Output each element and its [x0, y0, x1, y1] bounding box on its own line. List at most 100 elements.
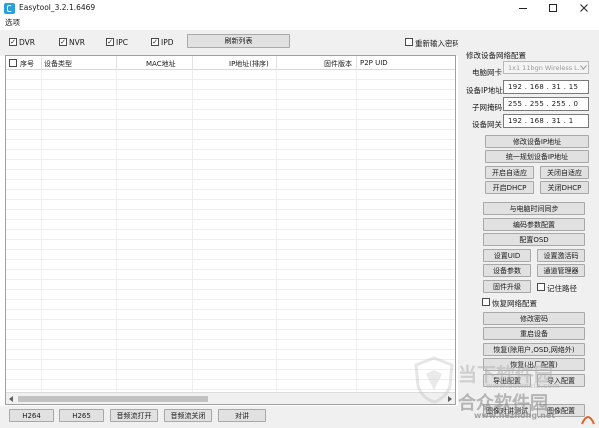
enable-dhcp-button[interactable]: 开启DHCP — [485, 181, 534, 194]
table-row — [6, 360, 455, 370]
close-icon — [580, 4, 588, 12]
scroll-left-icon[interactable] — [8, 396, 14, 402]
maximize-button[interactable] — [538, 0, 568, 16]
watermark-logo — [412, 356, 456, 404]
table-row — [6, 280, 455, 290]
app-logo-icon — [4, 3, 15, 14]
nic-select[interactable]: 1x1 11bgn Wireless L... — [503, 61, 589, 74]
h264-button[interactable]: H264 — [9, 409, 54, 422]
table-row — [6, 370, 455, 380]
nic-select-value: 1x1 11bgn Wireless L... — [508, 63, 584, 72]
column-header-index[interactable]: 序号 — [20, 59, 34, 69]
table-row — [6, 150, 455, 160]
column-header-p2p-uid[interactable]: P2P UID — [360, 59, 388, 67]
dvr-label: DVR — [19, 38, 35, 47]
audio-stream-on-button[interactable]: 音频流打开 — [110, 409, 158, 422]
minimize-button[interactable] — [508, 0, 538, 16]
table-row — [6, 270, 455, 280]
horizontal-scrollbar[interactable] — [6, 392, 455, 404]
ipd-checkbox[interactable]: ✓ — [151, 38, 159, 46]
device-table[interactable]: 序号 设备类型 MAC地址 IP地址(排序) 固件版本 P2P UID — [5, 55, 456, 405]
subnet-mask-field[interactable]: 255 . 255 . 255 . 0 — [503, 97, 589, 111]
table-row — [6, 300, 455, 310]
table-row — [6, 310, 455, 320]
column-header-ip[interactable]: IP地址(排序) — [229, 59, 269, 69]
menu-bar — [0, 16, 599, 29]
talk-button[interactable]: 对讲 — [218, 409, 266, 422]
gateway-field[interactable]: 192 . 168 . 31 . 1 — [503, 114, 589, 128]
refresh-list-button[interactable]: 刷新列表 — [187, 34, 290, 48]
column-gridline — [356, 70, 357, 392]
table-row — [6, 180, 455, 190]
watermark-shield-icon — [414, 356, 454, 404]
watermark-domain2-text: www.hezhong.net — [474, 411, 556, 420]
reboot-button[interactable]: 重启设备 — [483, 327, 585, 340]
table-row — [6, 340, 455, 350]
disable-dhcp-button[interactable]: 关闭DHCP — [540, 181, 589, 194]
config-osd-button[interactable]: 配置OSD — [483, 233, 585, 246]
plan-ip-button[interactable]: 统一规划设备IP地址 — [485, 150, 589, 163]
sync-time-button[interactable]: 与电脑时间同步 — [483, 202, 585, 215]
column-separator — [41, 56, 42, 70]
table-row — [6, 240, 455, 250]
channel-manager-button[interactable]: 通道管理器 — [537, 264, 585, 277]
window-title: Easytool_3.2.1.6469 — [19, 3, 96, 12]
dvr-checkbox[interactable]: ✓ — [9, 38, 17, 46]
nvr-label: NVR — [69, 38, 85, 47]
reenter-password-checkbox[interactable] — [405, 38, 413, 46]
remember-path-label: 记住路径 — [547, 284, 577, 293]
table-row — [6, 120, 455, 130]
column-separator — [116, 56, 117, 70]
chevron-down-icon — [580, 65, 587, 70]
table-row — [6, 170, 455, 180]
column-separator — [356, 56, 357, 70]
restore-network-checkbox[interactable] — [482, 298, 490, 306]
nvr-checkbox[interactable]: ✓ — [59, 38, 67, 46]
h265-button[interactable]: H265 — [59, 409, 104, 422]
ipc-checkbox[interactable]: ✓ — [106, 38, 114, 46]
remember-path-checkbox[interactable] — [537, 283, 545, 291]
column-gridline — [192, 70, 193, 392]
change-password-button[interactable]: 修改密码 — [483, 312, 585, 325]
close-button[interactable] — [569, 0, 599, 16]
scrollbar-thumb[interactable] — [18, 396, 208, 402]
table-row — [6, 230, 455, 240]
firmware-upgrade-button[interactable]: 固件升级 — [483, 280, 531, 293]
restore-network-label: 恢复网络配置 — [492, 299, 537, 308]
column-header-firmware[interactable]: 固件版本 — [324, 59, 352, 69]
restore-except-button[interactable]: 恢复(除用户,OSD,网络外) — [483, 343, 585, 356]
enable-adaptive-button[interactable]: 开启自适应 — [485, 166, 534, 179]
menu-options[interactable]: 选项 — [5, 17, 20, 28]
table-header: 序号 设备类型 MAC地址 IP地址(排序) 固件版本 P2P UID — [6, 56, 455, 70]
audio-stream-off-button[interactable]: 音频流关闭 — [164, 409, 212, 422]
table-row — [6, 380, 455, 390]
encode-params-button[interactable]: 编码参数配置 — [483, 218, 585, 231]
table-row — [6, 260, 455, 270]
column-separator — [192, 56, 193, 70]
table-row — [6, 110, 455, 120]
ip-address-field[interactable]: 192 . 168 . 31 . 15 — [503, 80, 589, 94]
device-params-button[interactable]: 设备参数 — [483, 264, 531, 277]
mask-label: 子网掩码 — [472, 103, 502, 112]
table-row — [6, 80, 455, 90]
set-activation-button[interactable]: 设置激活码 — [537, 249, 585, 262]
column-header-device-type[interactable]: 设备类型 — [44, 59, 72, 69]
modify-ip-button[interactable]: 修改设备IP地址 — [485, 135, 589, 148]
disable-adaptive-button[interactable]: 关闭自适应 — [540, 166, 589, 179]
reenter-password-label: 重新输入密码 — [415, 39, 460, 48]
table-row — [6, 350, 455, 360]
column-header-mac[interactable]: MAC地址 — [146, 59, 176, 69]
set-uid-button[interactable]: 设置UID — [483, 249, 531, 262]
table-row — [6, 190, 455, 200]
column-gridline — [41, 70, 42, 392]
table-row — [6, 200, 455, 210]
minimize-icon — [519, 8, 527, 9]
ipc-label: IPC — [116, 38, 128, 47]
table-row — [6, 100, 455, 110]
select-all-checkbox[interactable] — [9, 59, 17, 67]
table-row — [6, 210, 455, 220]
table-row — [6, 330, 455, 340]
column-gridline — [276, 70, 277, 392]
table-row — [6, 220, 455, 230]
column-separator — [276, 56, 277, 70]
